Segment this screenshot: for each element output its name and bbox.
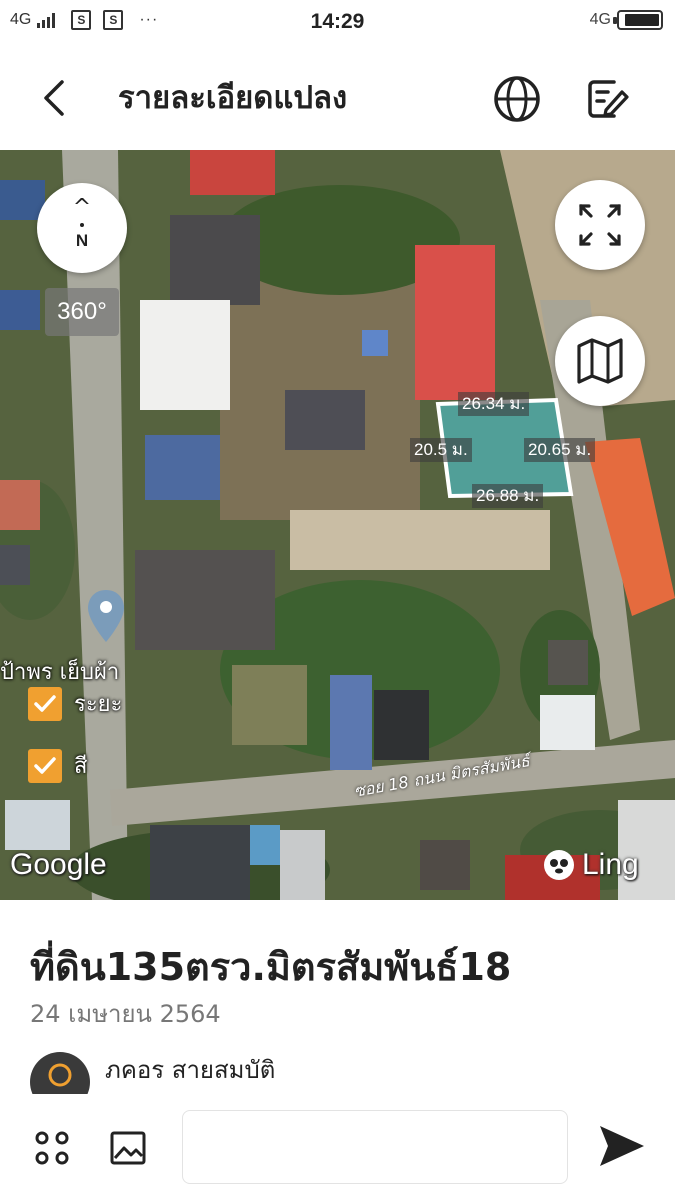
compass-button[interactable]: ^ N — [37, 183, 127, 273]
map-icon — [577, 338, 623, 384]
post-date: 24 เมษายน 2564 — [30, 1000, 221, 1028]
distance-label: ระยะ — [74, 692, 123, 717]
edit-button[interactable] — [584, 76, 630, 122]
dimension-right: 20.65 ม. — [524, 438, 596, 462]
dimension-left: 20.5 ม. — [410, 438, 472, 462]
dimension-bottom: 26.88 ม. — [472, 484, 544, 508]
globe-button[interactable] — [492, 74, 542, 124]
distance-checkbox[interactable] — [28, 686, 62, 721]
map-layer-button[interactable] — [555, 316, 645, 406]
apps-button[interactable] — [32, 1128, 72, 1168]
page-title: รายละเอียดแปลง — [118, 80, 348, 116]
app-header: รายละเอียดแปลง — [0, 46, 675, 150]
expand-icon — [579, 204, 621, 246]
image-button[interactable] — [108, 1128, 148, 1168]
battery-icon — [613, 10, 663, 30]
checkmark-icon — [34, 694, 56, 712]
view-360-button[interactable]: 360° — [45, 288, 119, 336]
clock: 14:29 — [310, 10, 365, 33]
ling-logo-icon — [544, 850, 574, 880]
ling-logo: Ling — [544, 848, 639, 882]
image-icon — [110, 1131, 146, 1165]
checkmark-icon — [34, 756, 56, 774]
fullscreen-button[interactable] — [555, 180, 645, 270]
compass-north-label: N — [75, 231, 89, 250]
toggle-color[interactable]: สี — [28, 748, 87, 783]
network-type-right: 4G — [589, 11, 611, 28]
color-checkbox[interactable] — [28, 748, 62, 783]
toggle-distance[interactable]: ระยะ — [28, 686, 122, 721]
globe-icon — [494, 76, 540, 122]
apps-icon — [35, 1131, 69, 1165]
author-row[interactable]: ภคอร สายสมบัติ — [30, 1046, 650, 1094]
map-view[interactable]: ^ N 360° 26.34 ม. 20.5 ม. 20.65 ม. 26.88… — [0, 150, 675, 900]
edit-icon — [588, 80, 629, 118]
compass-dot — [80, 223, 84, 227]
google-logo: Google — [10, 848, 107, 881]
status-right: 4G — [590, 10, 663, 30]
color-label: สี — [74, 754, 88, 779]
composer-bar — [0, 1094, 675, 1200]
dimension-top: 26.34 ม. — [458, 392, 530, 416]
back-button[interactable] — [34, 76, 78, 120]
send-icon — [600, 1126, 644, 1166]
place-label: ป้าพร เย็บผ้า — [0, 660, 120, 685]
author-name[interactable]: ภคอร สายสมบัติ — [105, 1050, 275, 1089]
send-button[interactable] — [596, 1122, 648, 1170]
ling-logo-text: Ling — [582, 848, 639, 881]
listing-title: ที่ดิน135ตรว.มิตรสัมพันธ์18 — [30, 945, 512, 989]
back-icon — [44, 80, 64, 116]
location-pin-icon[interactable] — [86, 588, 126, 644]
message-input[interactable] — [182, 1110, 568, 1184]
status-bar: 4G S S ··· 14:29 4G — [0, 0, 675, 46]
avatar[interactable] — [30, 1052, 90, 1094]
compass-arrow: ^ — [72, 195, 92, 220]
